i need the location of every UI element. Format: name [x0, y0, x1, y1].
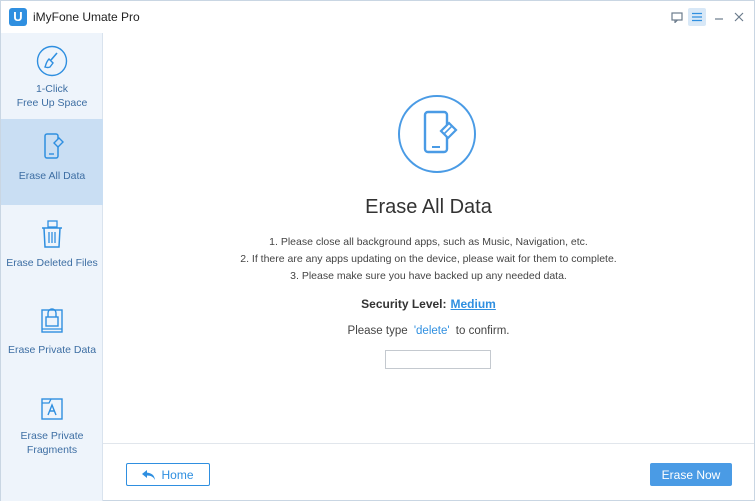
page-title: Erase All Data	[365, 196, 492, 218]
sidebar-item-label: Fragments	[26, 444, 78, 456]
sidebar-item-erase-deleted-files[interactable]: Erase Deleted Files	[1, 205, 103, 291]
title-bar: U iMyFone Umate Pro	[1, 1, 754, 33]
sidebar-item-label: 1-Click	[35, 83, 69, 95]
menu-icon[interactable]	[688, 8, 706, 26]
back-arrow-icon	[142, 469, 156, 480]
confirm-delete-input[interactable]	[385, 350, 491, 369]
security-level: Security Level: Medium	[103, 297, 754, 311]
locked-files-icon	[41, 308, 63, 333]
confirm-instruction: Please type 'delete' to confirm.	[103, 325, 754, 337]
sidebar-item-label: Free Up Space	[16, 97, 88, 109]
sidebar: 1-Click Free Up Space Erase All Data Era…	[1, 33, 103, 501]
fragments-icon	[41, 398, 63, 420]
sidebar-item-label: Erase Deleted Files	[6, 257, 98, 269]
confirm-suffix: to confirm.	[455, 325, 510, 337]
confirm-prefix: Please type	[347, 325, 408, 337]
security-level-label: Security Level:	[361, 297, 447, 311]
close-icon[interactable]	[730, 8, 748, 26]
broom-icon	[36, 45, 68, 77]
phone-eraser-icon	[44, 133, 64, 159]
trash-icon	[42, 220, 62, 248]
confirm-keyword: 'delete'	[413, 325, 450, 337]
instruction-line: 2. If there are any apps updating on the…	[240, 253, 617, 265]
instruction-line: 1. Please close all background apps, suc…	[269, 236, 588, 248]
footer-bar: Home Erase Now	[103, 443, 754, 500]
instruction-line: 3. Please make sure you have backed up a…	[290, 270, 567, 282]
main-panel: Erase All Data 1. Please close all backg…	[103, 33, 754, 443]
app-logo-icon: U	[9, 8, 27, 26]
home-button[interactable]: Home	[126, 463, 210, 486]
sidebar-item-label: Erase All Data	[18, 170, 86, 182]
home-button-label: Home	[161, 467, 194, 482]
phone-eraser-hero-icon	[398, 95, 476, 173]
app-window: U iMyFone Umate Pro 1-Click Free Up Spac…	[0, 0, 755, 501]
sidebar-item-erase-private-data[interactable]: Erase Private Data	[1, 291, 103, 377]
sidebar-item-label: Erase Private Data	[7, 344, 97, 356]
sidebar-item-erase-all-data[interactable]: Erase All Data	[1, 119, 103, 205]
feedback-icon[interactable]	[668, 8, 686, 26]
sidebar-item-free-up-space[interactable]: 1-Click Free Up Space	[1, 33, 103, 119]
erase-now-button[interactable]: Erase Now	[650, 463, 732, 486]
sidebar-item-label: Erase Private	[20, 430, 84, 442]
minimize-icon[interactable]	[710, 8, 728, 26]
security-level-link[interactable]: Medium	[451, 297, 496, 311]
sidebar-item-erase-private-fragments[interactable]: Erase Private Fragments	[1, 377, 103, 463]
app-title: iMyFone Umate Pro	[33, 10, 140, 24]
